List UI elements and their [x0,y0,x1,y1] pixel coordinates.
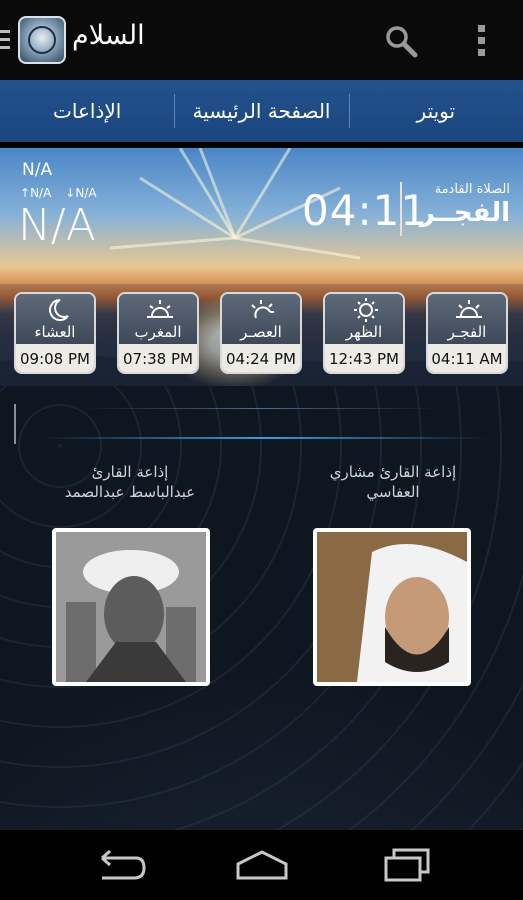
drawer-indicator-icon[interactable] [0,30,10,52]
tab-home[interactable]: الصفحة الرئيسية [174,80,348,142]
prayer-time: 07:38 PM [119,344,197,372]
afternoon-sun-icon [251,300,274,319]
prayer-time: 12:43 PM [325,344,403,372]
app-title: السلام [72,20,145,51]
prayer-time: 09:08 PM [16,344,94,372]
overflow-menu-icon[interactable] [474,25,488,59]
prayer-name: الفجـر [447,323,487,341]
action-bar: السلام [0,0,523,80]
tab-bar: الإذاعات الصفحة الرئيسية تويتر [0,80,523,142]
divider-marker [14,404,16,444]
prayer-name: المغرب [134,323,182,341]
prayer-card-isha[interactable]: العشاء 09:08 PM [14,292,96,374]
reciter-portrait [317,532,467,682]
system-nav-bar [0,830,523,900]
back-icon[interactable] [88,848,148,882]
prayer-name: العشاء [34,323,76,341]
tab-twitter[interactable]: تويتر [348,80,523,142]
prayer-card-dhuhr[interactable]: الظهر 12:43 PM [323,292,405,374]
reciter-portrait [56,532,206,682]
sunset-icon [147,300,173,318]
prayer-card-asr[interactable]: العصـر 04:24 PM [220,292,302,374]
weather-temperature: N/A [18,200,96,251]
station-alafasy-photo[interactable] [313,528,471,686]
next-prayer-separator [400,182,402,236]
search-icon[interactable] [384,24,418,58]
crescent-moon-icon [49,299,69,321]
prayer-card-fajr[interactable]: الفجـر 04:11 AM [426,292,508,374]
divider-line [80,408,440,409]
home-icon[interactable] [232,848,292,882]
weather-high-low: ↑N/A ↓N/A [20,186,97,200]
next-prayer-label: الصلاة القادمة [434,182,510,197]
weather-low: ↓N/A [65,186,97,200]
prayer-time: 04:11 AM [428,344,506,372]
divider-glow-line [40,437,490,439]
prayer-time: 04:24 PM [222,344,300,372]
recent-apps-icon[interactable] [380,848,440,882]
sun-icon [354,298,378,322]
weather-high: ↑N/A [20,186,52,200]
tab-stations[interactable]: الإذاعات [0,80,174,142]
prayer-card-maghrib[interactable]: المغرب 07:38 PM [117,292,199,374]
station-alafasy-label[interactable]: إذاعة القارئ مشاري العفاسي [283,462,503,502]
sunrise-icon [456,300,482,318]
prayer-name: العصـر [240,323,282,341]
prayer-name: الظهر [345,323,383,341]
station-abdulbasit-label[interactable]: إذاعة القارئ عبدالباسط عبدالصمد [20,462,240,502]
quran-app-icon[interactable] [18,16,66,64]
station-abdulbasit-photo[interactable] [52,528,210,686]
next-prayer-name: الفجــر [419,198,510,228]
weather-condition: N/A [22,160,53,180]
